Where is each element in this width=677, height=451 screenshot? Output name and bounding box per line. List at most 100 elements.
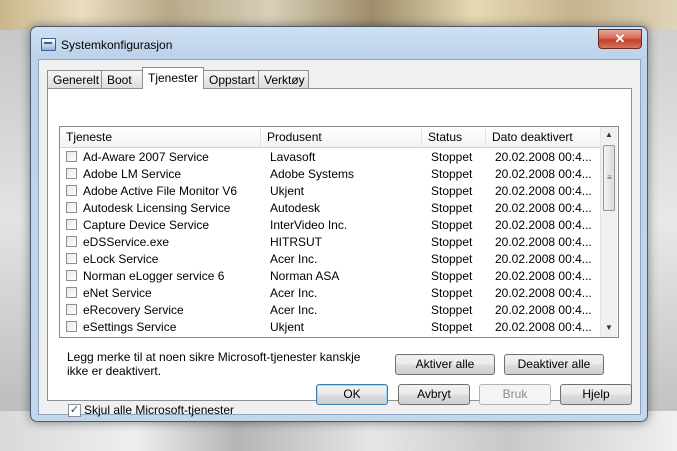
service-name: Autodesk Licensing Service (83, 201, 231, 215)
info-text: Legg merke til at noen sikre Microsoft-t… (67, 350, 361, 378)
service-status: Stoppet (431, 303, 473, 317)
service-checkbox[interactable] (66, 185, 77, 196)
dialog-client-area: Generelt Boot Tjenester Oppstart Verktøy… (38, 59, 641, 417)
service-checkbox[interactable] (66, 151, 77, 162)
service-date-disabled: 20.02.2008 00:4... (495, 201, 592, 215)
msconfig-icon (41, 38, 56, 51)
service-date-disabled: 20.02.2008 00:4... (495, 269, 592, 283)
table-row[interactable]: Adobe LM Service Adobe Systems Stoppet 20.0… (60, 166, 600, 183)
table-row[interactable]: eLock Service Acer Inc. Stoppet 20.02.2008 … (60, 251, 600, 268)
service-date-disabled: 20.02.2008 00:4... (495, 252, 592, 266)
cancel-button[interactable]: Avbryt (398, 384, 470, 405)
service-date-disabled: 20.02.2008 00:4... (495, 286, 592, 300)
desktop-background-left (0, 30, 30, 411)
grip-icon: ≡ (607, 173, 612, 182)
service-date-disabled: 20.02.2008 00:4... (495, 184, 592, 198)
tab-general[interactable]: Generelt (47, 70, 102, 88)
service-checkbox[interactable] (66, 168, 77, 179)
service-manufacturer: Lavasoft (270, 150, 316, 164)
table-row[interactable]: eSettings Service Ukjent Stoppet 20.02.2008… (60, 319, 600, 336)
service-manufacturer: Acer Inc. (270, 303, 318, 317)
column-header-date-disabled[interactable]: Dato deaktivert (486, 127, 600, 147)
service-checkbox[interactable] (66, 304, 77, 315)
service-status: Stoppet (431, 167, 473, 181)
scroll-thumb[interactable]: ≡ (603, 145, 615, 211)
service-status: Stoppet (431, 320, 473, 334)
service-name: Adobe LM Service (83, 167, 182, 181)
service-checkbox[interactable] (66, 253, 77, 264)
system-configuration-window: Systemkonfigurasjon ✕ Generelt Boot Tjen… (30, 26, 648, 422)
service-name: Ad-Aware 2007 Service (83, 150, 209, 164)
help-button[interactable]: Hjelp (560, 384, 632, 405)
service-name: eDSService.exe (83, 235, 170, 249)
service-checkbox[interactable] (66, 321, 77, 332)
tab-boot[interactable]: Boot (101, 70, 143, 88)
service-manufacturer: Ukjent (270, 184, 305, 198)
service-name: eLock Service (83, 252, 159, 266)
service-status: Stoppet (431, 184, 473, 198)
column-header-manufacturer[interactable]: Produsent (261, 127, 422, 147)
service-date-disabled: 20.02.2008 00:4... (495, 320, 592, 334)
tab-services[interactable]: Tjenester (142, 67, 204, 89)
service-manufacturer: InterVideo Inc. (270, 218, 348, 232)
service-name: eNet Service (83, 286, 152, 300)
table-row[interactable]: eNet Service Acer Inc. Stoppet 20.02.2008 0… (60, 285, 600, 302)
service-status: Stoppet (431, 286, 473, 300)
ok-button[interactable]: OK (316, 384, 388, 405)
table-row[interactable]: Autodesk Licensing Service Autodesk Stoppe… (60, 200, 600, 217)
table-row[interactable]: Ad-Aware 2007 Service Lavasoft Stoppet 20.0… (60, 149, 600, 166)
table-row[interactable]: eDSService.exe HITRSUT Stoppet 20.02.2008 0… (60, 234, 600, 251)
desktop-background-right (647, 30, 677, 411)
close-button[interactable]: ✕ (598, 29, 642, 49)
service-date-disabled: 20.02.2008 00:4... (495, 235, 592, 249)
services-tab-panel: Tjeneste Produsent Status Dato deaktiver… (47, 88, 632, 417)
scroll-up-icon[interactable]: ▲ (601, 127, 617, 143)
service-checkbox[interactable] (66, 236, 77, 247)
tab-startup[interactable]: Oppstart (203, 70, 259, 88)
column-header-service[interactable]: Tjeneste (60, 127, 261, 147)
service-status: Stoppet (431, 235, 473, 249)
service-manufacturer: Ukjent (270, 320, 305, 334)
table-row[interactable]: Capture Device Service InterVideo Inc. Sto… (60, 217, 600, 234)
service-name: Norman eLogger service 6 (83, 269, 225, 283)
service-checkbox[interactable] (66, 219, 77, 230)
service-checkbox[interactable] (66, 270, 77, 281)
hide-microsoft-services-label[interactable]: Skjul alle Microsoft-tjenester (84, 403, 234, 418)
disable-all-button[interactable]: Deaktiver alle (504, 354, 604, 375)
table-row[interactable]: Norman eLogger service 6 Norman ASA Stoppe… (60, 268, 600, 285)
apply-button[interactable]: Bruk (479, 384, 551, 405)
service-date-disabled: 20.02.2008 00:4... (495, 150, 592, 164)
service-name: eRecovery Service (83, 303, 184, 317)
vertical-scrollbar[interactable]: ▲ ≡ ▼ (600, 127, 617, 337)
service-name: eSettings Service (83, 320, 177, 334)
service-manufacturer: Acer Inc. (270, 252, 318, 266)
tab-tools[interactable]: Verktøy (258, 70, 309, 88)
column-header-status[interactable]: Status (422, 127, 486, 147)
service-date-disabled: 20.02.2008 00:4... (495, 218, 592, 232)
service-manufacturer: Adobe Systems (270, 167, 355, 181)
scroll-down-icon[interactable]: ▼ (601, 320, 617, 336)
list-header: Tjeneste Produsent Status Dato deaktiver… (60, 127, 600, 148)
service-status: Stoppet (431, 201, 473, 215)
service-rows: Ad-Aware 2007 Service Lavasoft Stoppet 20.0… (60, 149, 600, 336)
window-title: Systemkonfigurasjon (61, 38, 173, 52)
service-date-disabled: 20.02.2008 00:4... (495, 303, 592, 317)
service-name: Capture Device Service (83, 218, 210, 232)
table-row[interactable]: eRecovery Service Acer Inc. Stoppet 20.02.2… (60, 302, 600, 319)
service-checkbox[interactable] (66, 287, 77, 298)
title-bar[interactable]: Systemkonfigurasjon ✕ (31, 27, 647, 59)
service-status: Stoppet (431, 218, 473, 232)
service-status: Stoppet (431, 269, 473, 283)
service-manufacturer: Acer Inc. (270, 286, 318, 300)
service-date-disabled: 20.02.2008 00:4... (495, 167, 592, 181)
service-manufacturer: HITRSUT (270, 235, 322, 249)
services-list[interactable]: Tjeneste Produsent Status Dato deaktiver… (59, 126, 619, 338)
service-status: Stoppet (431, 252, 473, 266)
hide-microsoft-services-checkbox[interactable]: ✓ (68, 404, 81, 417)
service-checkbox[interactable] (66, 202, 77, 213)
service-status: Stoppet (431, 150, 473, 164)
table-row[interactable]: Adobe Active File Monitor V6 Ukjent Stoppe… (60, 183, 600, 200)
service-manufacturer: Autodesk (270, 201, 321, 215)
enable-all-button[interactable]: Aktiver alle (395, 354, 495, 375)
service-name: Adobe Active File Monitor V6 (83, 184, 238, 198)
